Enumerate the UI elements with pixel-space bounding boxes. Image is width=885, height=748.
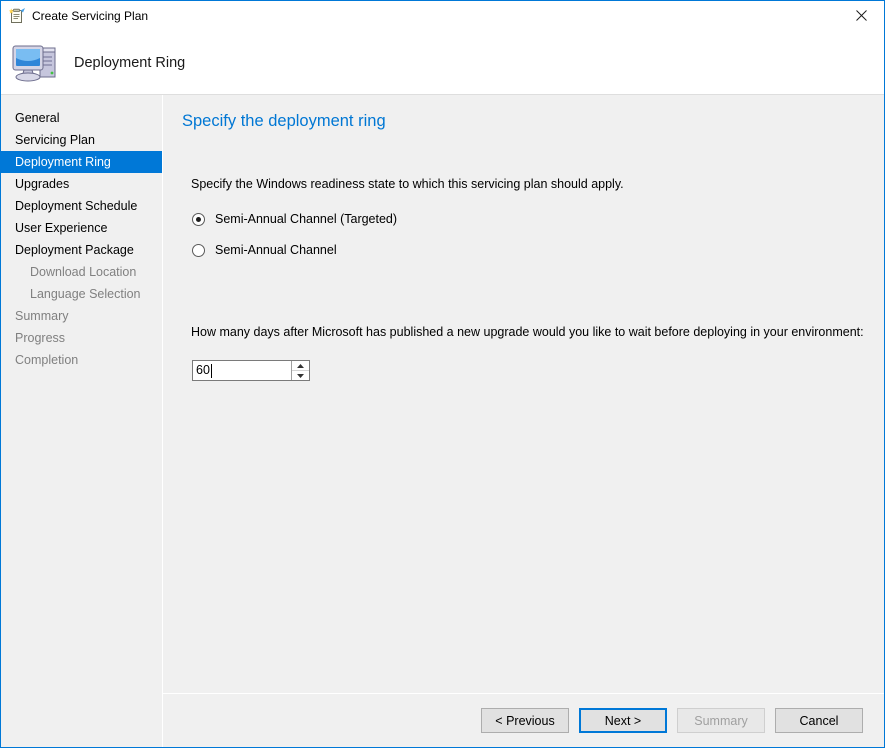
sidebar-item-deployment-package[interactable]: Deployment Package (1, 239, 162, 261)
wait-days-input[interactable]: 60 (193, 361, 291, 380)
create-servicing-plan-window: Create Servicing Plan Deployment Ring Ge… (0, 0, 885, 748)
previous-button[interactable]: < Previous (481, 708, 569, 733)
radio-label: Semi-Annual Channel (215, 243, 337, 257)
sidebar-item-deployment-ring[interactable]: Deployment Ring (1, 151, 162, 173)
spinner-buttons (291, 361, 309, 380)
title-bar: Create Servicing Plan (1, 1, 884, 31)
text-caret (210, 363, 212, 378)
sidebar-item-progress[interactable]: Progress (1, 327, 162, 349)
sidebar-item-completion[interactable]: Completion (1, 349, 162, 371)
sidebar-item-deployment-schedule[interactable]: Deployment Schedule (1, 195, 162, 217)
wizard-footer: < Previous Next > Summary Cancel (163, 693, 884, 747)
next-button[interactable]: Next > (579, 708, 667, 733)
computer-icon (10, 40, 62, 86)
cancel-button[interactable]: Cancel (775, 708, 863, 733)
sidebar-item-general[interactable]: General (1, 107, 162, 129)
sidebar-item-upgrades[interactable]: Upgrades (1, 173, 162, 195)
close-icon[interactable] (838, 1, 884, 30)
radio-semi-annual-channel[interactable]: Semi-Annual Channel (192, 241, 884, 259)
content-column: Specify the deployment ring Specify the … (163, 95, 884, 747)
radio-semi-annual-channel-targeted[interactable]: Semi-Annual Channel (Targeted) (192, 210, 884, 228)
window-title: Create Servicing Plan (32, 9, 149, 23)
wizard-header: Deployment Ring (1, 31, 884, 95)
spinner-down-icon[interactable] (292, 371, 309, 380)
radio-label: Semi-Annual Channel (Targeted) (215, 212, 398, 226)
window-body: General Servicing Plan Deployment Ring U… (1, 95, 884, 747)
sidebar-item-user-experience[interactable]: User Experience (1, 217, 162, 239)
wait-days-question: How many days after Microsoft has publis… (191, 325, 864, 339)
sidebar-item-language-selection[interactable]: Language Selection (1, 283, 162, 305)
wait-days-spinner[interactable]: 60 (192, 360, 310, 381)
deployment-ring-pane: Specify the deployment ring Specify the … (163, 95, 884, 693)
new-servicing-plan-icon (9, 8, 25, 24)
radio-indicator-icon[interactable] (192, 212, 205, 226)
page-title: Deployment Ring (74, 54, 186, 71)
summary-button: Summary (677, 708, 765, 733)
sidebar-item-download-location[interactable]: Download Location (1, 261, 162, 283)
intro-text: Specify the Windows readiness state to w… (191, 177, 624, 191)
sidebar-item-summary[interactable]: Summary (1, 305, 162, 327)
radio-indicator-icon[interactable] (192, 243, 205, 257)
wizard-step-list: General Servicing Plan Deployment Ring U… (1, 95, 163, 747)
content-heading: Specify the deployment ring (182, 112, 386, 130)
spinner-up-icon[interactable] (292, 361, 309, 371)
wait-days-value: 60 (196, 363, 210, 377)
sidebar-item-servicing-plan[interactable]: Servicing Plan (1, 129, 162, 151)
